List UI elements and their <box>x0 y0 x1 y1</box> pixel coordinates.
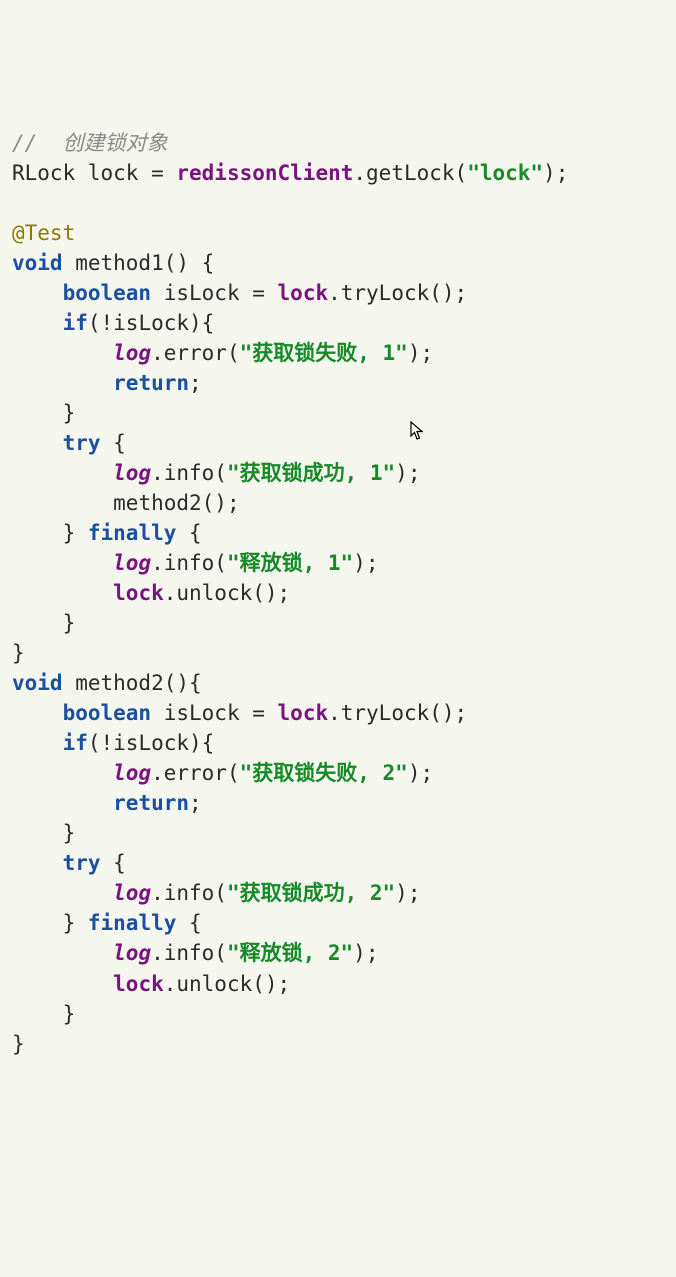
brace: } <box>63 911 88 935</box>
code-text: .tryLock(); <box>328 701 467 725</box>
keyword: boolean <box>63 701 152 725</box>
keyword: void <box>12 671 63 695</box>
brace: } <box>63 401 76 425</box>
keyword: finally <box>88 521 177 545</box>
field: log <box>113 941 151 965</box>
indent <box>12 821 63 845</box>
code-text: (!isLock){ <box>88 311 214 335</box>
indent <box>12 911 63 935</box>
code-text: ); <box>353 941 378 965</box>
code-text: .tryLock(); <box>328 281 467 305</box>
string-literal: "获取锁失败, 1" <box>240 341 408 365</box>
annotation: @Test <box>12 221 75 245</box>
brace: { <box>176 911 201 935</box>
indent <box>12 551 113 575</box>
code-text: isLock = <box>151 701 277 725</box>
method-sig: method1() { <box>63 251 215 275</box>
code-text: RLock lock = <box>12 161 176 185</box>
code-text: .unlock(); <box>164 972 290 996</box>
keyword: if <box>63 311 88 335</box>
indent <box>12 791 113 815</box>
identifier: lock <box>278 701 329 725</box>
string-literal: "获取锁成功, 1" <box>227 461 395 485</box>
indent <box>12 731 63 755</box>
identifier: redissonClient <box>176 161 353 185</box>
indent <box>12 401 63 425</box>
string-literal: "释放锁, 1" <box>227 551 353 575</box>
indent <box>12 341 113 365</box>
field: log <box>113 461 151 485</box>
code-text: ); <box>408 761 433 785</box>
indent <box>12 701 63 725</box>
brace: } <box>63 611 76 635</box>
field: log <box>113 761 151 785</box>
string-literal: "获取锁失败, 2" <box>240 761 408 785</box>
indent <box>12 1002 63 1026</box>
code-text: method2(); <box>113 491 239 515</box>
code-text: .info( <box>151 461 227 485</box>
code-text: isLock = <box>151 281 277 305</box>
field: log <box>113 881 151 905</box>
code-text: .getLock( <box>353 161 467 185</box>
brace: } <box>63 821 76 845</box>
code-block: // 创建锁对象 RLock lock = redissonClient.get… <box>12 128 664 1058</box>
keyword: return <box>113 371 189 395</box>
method-sig: method2(){ <box>63 671 202 695</box>
indent <box>12 972 113 996</box>
code-text: ; <box>189 791 202 815</box>
code-text: (!isLock){ <box>88 731 214 755</box>
indent <box>12 311 63 335</box>
keyword: finally <box>88 911 177 935</box>
keyword: if <box>63 731 88 755</box>
field: log <box>113 551 151 575</box>
string-literal: "获取锁成功, 2" <box>227 881 395 905</box>
brace: } <box>63 521 88 545</box>
code-text: ; <box>189 371 202 395</box>
indent <box>12 371 113 395</box>
code-text: .error( <box>151 761 240 785</box>
field: log <box>113 341 151 365</box>
comment-line: // 创建锁对象 <box>12 131 168 155</box>
indent <box>12 281 63 305</box>
code-text: ); <box>543 161 568 185</box>
identifier: lock <box>113 972 164 996</box>
indent <box>12 881 113 905</box>
keyword: return <box>113 791 189 815</box>
code-text: .unlock(); <box>164 581 290 605</box>
string-literal: "释放锁, 2" <box>227 941 353 965</box>
indent <box>12 851 63 875</box>
keyword: void <box>12 251 63 275</box>
brace: { <box>176 521 201 545</box>
indent <box>12 431 63 455</box>
string-literal: "lock" <box>467 161 543 185</box>
code-text: .info( <box>151 941 227 965</box>
code-text: .info( <box>151 881 227 905</box>
indent <box>12 491 113 515</box>
brace: } <box>12 641 25 665</box>
identifier: lock <box>278 281 329 305</box>
code-text: .info( <box>151 551 227 575</box>
indent <box>12 461 113 485</box>
keyword: try <box>63 431 101 455</box>
code-text: ); <box>395 881 420 905</box>
identifier: lock <box>113 581 164 605</box>
indent <box>12 761 113 785</box>
indent <box>12 581 113 605</box>
brace: } <box>12 1032 25 1056</box>
code-text: ); <box>395 461 420 485</box>
code-text: ); <box>353 551 378 575</box>
indent <box>12 611 63 635</box>
brace: { <box>101 851 126 875</box>
keyword: boolean <box>63 281 152 305</box>
brace: { <box>101 431 126 455</box>
indent <box>12 941 113 965</box>
keyword: try <box>63 851 101 875</box>
code-text: .error( <box>151 341 240 365</box>
code-text: ); <box>408 341 433 365</box>
brace: } <box>63 1002 76 1026</box>
indent <box>12 521 63 545</box>
